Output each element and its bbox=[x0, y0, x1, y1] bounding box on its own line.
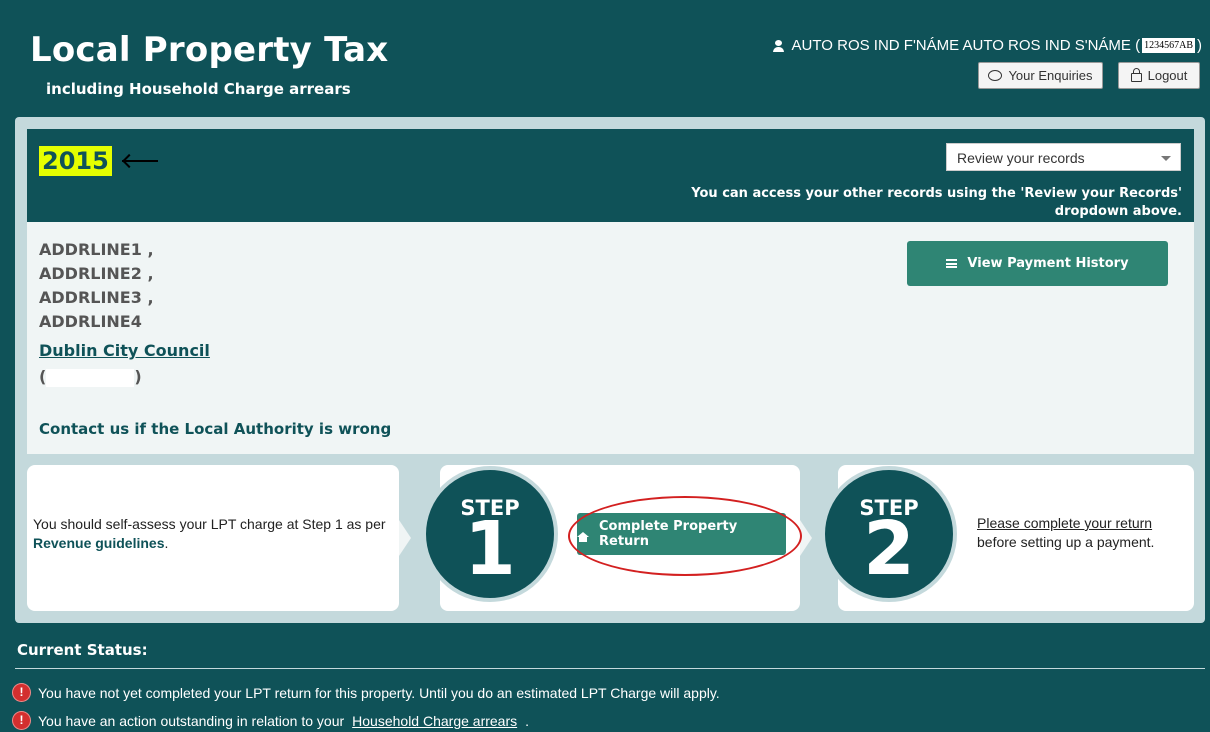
status-divider bbox=[15, 668, 1205, 669]
status-alert: ! You have an action outstanding in rela… bbox=[13, 712, 529, 729]
step2-number: 2 bbox=[863, 506, 915, 592]
address-line-3: ADDRLINE3 , bbox=[39, 288, 154, 307]
current-status-title: Current Status: bbox=[17, 641, 148, 659]
lock-icon bbox=[1130, 68, 1142, 82]
guidelines-end: . bbox=[164, 535, 169, 551]
annotation-arrow bbox=[122, 160, 158, 162]
status-alert: ! You have not yet completed your LPT re… bbox=[13, 684, 720, 701]
app-subtitle: including Household Charge arrears bbox=[46, 80, 351, 98]
paren-close: ) bbox=[134, 367, 142, 386]
user-close-paren: ) bbox=[1197, 37, 1202, 54]
chevron-right-icon bbox=[399, 520, 411, 556]
alert-text: You have not yet completed your LPT retu… bbox=[38, 684, 720, 701]
self-assess-text: You should self-assess your LPT charge a… bbox=[33, 516, 386, 532]
address-line-1: ADDRLINE1 , bbox=[39, 240, 154, 259]
address-line-4: ADDRLINE4 bbox=[39, 312, 142, 331]
logout-button[interactable]: Logout bbox=[1118, 62, 1200, 89]
redacted-field: () bbox=[39, 367, 142, 387]
home-icon bbox=[577, 531, 589, 542]
step1-badge: STEP 1 bbox=[422, 466, 558, 602]
step1-number: 1 bbox=[464, 506, 516, 592]
records-access-note: You can access your other records using … bbox=[691, 186, 1182, 219]
review-records-value: Review your records bbox=[957, 150, 1085, 166]
contact-us-link[interactable]: Contact us if the Local Authority is wro… bbox=[39, 420, 391, 438]
alert-text-end: . bbox=[525, 712, 530, 729]
your-enquiries-label: Your Enquiries bbox=[1008, 68, 1093, 83]
step2-text: before setting up a payment. bbox=[977, 534, 1155, 550]
complete-return-link[interactable]: Please complete your return bbox=[977, 514, 1154, 533]
user-name: AUTO ROS IND F'NÁME AUTO ROS IND S'NÁME … bbox=[791, 37, 1141, 54]
alert-icon: ! bbox=[13, 684, 30, 701]
address-line-2: ADDRLINE2 , bbox=[39, 264, 154, 283]
revenue-guidelines-link[interactable]: Revenue guidelines bbox=[33, 535, 164, 551]
tax-year: 2015 bbox=[39, 146, 112, 176]
view-payment-history-label: View Payment History bbox=[967, 256, 1129, 271]
user-icon bbox=[772, 39, 784, 52]
chat-icon bbox=[988, 70, 1003, 81]
app-title: Local Property Tax bbox=[30, 30, 389, 70]
logout-label: Logout bbox=[1147, 68, 1188, 83]
alert-text-prefix: You have an action outstanding in relati… bbox=[38, 712, 345, 729]
redacted-box bbox=[46, 368, 135, 387]
chevron-right-icon bbox=[800, 520, 812, 556]
chevron-down-icon bbox=[1161, 156, 1171, 161]
self-assess-note: You should self-assess your LPT charge a… bbox=[33, 515, 393, 553]
complete-property-return-button[interactable]: Complete Property Return bbox=[577, 513, 786, 555]
list-icon bbox=[946, 259, 958, 268]
local-authority-link[interactable]: Dublin City Council bbox=[39, 341, 210, 360]
user-pps: 1234567AB bbox=[1142, 38, 1195, 53]
step2-badge: STEP 2 bbox=[821, 466, 957, 602]
view-payment-history-button[interactable]: View Payment History bbox=[907, 241, 1168, 286]
redacted-box bbox=[588, 466, 674, 488]
alert-icon: ! bbox=[13, 712, 30, 729]
review-records-select[interactable]: Review your records bbox=[946, 143, 1181, 171]
paren-open: ( bbox=[39, 367, 47, 386]
step2-note: Please complete your return before setti… bbox=[977, 514, 1154, 552]
user-info: AUTO ROS IND F'NÁME AUTO ROS IND S'NÁME … bbox=[772, 37, 1202, 54]
household-charge-arrears-link[interactable]: Household Charge arrears bbox=[352, 713, 517, 729]
your-enquiries-button[interactable]: Your Enquiries bbox=[978, 62, 1103, 89]
complete-property-return-label: Complete Property Return bbox=[599, 519, 738, 549]
